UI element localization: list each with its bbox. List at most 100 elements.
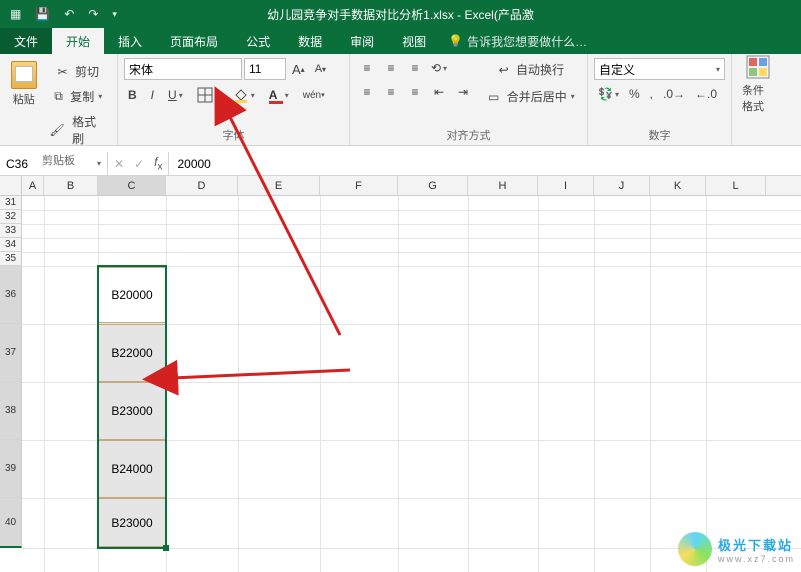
col-A[interactable]: A <box>22 176 44 195</box>
tab-data[interactable]: 数据 <box>284 28 336 54</box>
bucket-icon <box>233 87 249 103</box>
col-F[interactable]: F <box>320 176 398 195</box>
redo-icon[interactable]: ↷ <box>88 7 98 21</box>
row-40[interactable]: 40 <box>0 498 22 548</box>
merge-center-button[interactable]: ▭ 合并后居中▾ <box>484 85 579 108</box>
font-size-combo[interactable] <box>244 58 286 80</box>
worksheet-grid[interactable]: 31 32 33 34 35 36 37 38 39 40 <box>0 196 801 572</box>
conditional-format-button[interactable]: 条件格式 <box>738 58 778 110</box>
cut-button[interactable]: ✂ 剪切 <box>46 60 111 83</box>
align-middle-button[interactable]: ≡ <box>380 58 402 78</box>
tab-insert[interactable]: 插入 <box>104 28 156 54</box>
tab-home[interactable]: 开始 <box>52 28 104 54</box>
border-button[interactable]: ▾ <box>193 84 223 106</box>
number-format-combo[interactable]: 自定义▾ <box>594 58 725 80</box>
col-K[interactable]: K <box>650 176 706 195</box>
tab-formulas[interactable]: 公式 <box>232 28 284 54</box>
row-36[interactable]: 36 <box>0 266 22 324</box>
cell-C40[interactable]: B23000 <box>99 498 165 547</box>
ribbon: 粘贴 ✂ 剪切 ⧉ 复制▾ 🖌 格式刷 剪贴板 A▴ A▾ B I U▾ <box>0 54 801 146</box>
tab-view[interactable]: 视图 <box>388 28 440 54</box>
font-name-combo[interactable] <box>124 58 242 80</box>
align-left-button[interactable]: ≡ <box>356 82 378 102</box>
col-E[interactable]: E <box>238 176 320 195</box>
align-right-button[interactable]: ≡ <box>404 82 426 102</box>
col-B[interactable]: B <box>44 176 98 195</box>
enter-icon[interactable]: ✓ <box>134 157 144 171</box>
italic-button[interactable]: I <box>147 85 158 105</box>
cell-C39[interactable]: B24000 <box>99 440 165 498</box>
tell-me-label: 告诉我您想要做什么… <box>467 33 587 50</box>
wrap-text-button[interactable]: ↩ 自动换行 <box>484 58 579 81</box>
indent-inc-button[interactable]: ⇥ <box>452 82 474 102</box>
format-painter-button[interactable]: 🖌 格式刷 <box>46 110 111 150</box>
cell-C38[interactable]: B23000 <box>99 382 165 440</box>
fill-color-button[interactable]: ▾ <box>229 84 259 106</box>
col-D[interactable]: D <box>166 176 238 195</box>
decrease-font-button[interactable]: A▾ <box>311 60 330 78</box>
align-top-button[interactable]: ≡ <box>356 58 378 78</box>
wrap-icon: ↩ <box>499 63 509 77</box>
row-32[interactable]: 32 <box>0 210 22 224</box>
fx-icon[interactable]: fx <box>154 155 162 172</box>
phonetic-button[interactable]: wén▾ <box>299 87 329 104</box>
font-color-button[interactable]: A ▾ <box>265 85 293 105</box>
cut-label: 剪切 <box>75 63 99 80</box>
tell-me[interactable]: 💡 告诉我您想要做什么… <box>440 28 587 54</box>
decrease-decimal-button[interactable]: ←.0 <box>691 84 721 104</box>
window-title: 幼儿园竞争对手数据对比分析1.xlsx - Excel(产品激 <box>267 6 534 23</box>
col-H[interactable]: H <box>468 176 538 195</box>
col-L[interactable]: L <box>706 176 766 195</box>
tab-review[interactable]: 审阅 <box>336 28 388 54</box>
comma-button[interactable]: , <box>646 84 657 104</box>
excel-icon: ▦ <box>10 7 21 21</box>
brush-icon: 🖌 <box>50 123 65 137</box>
col-G[interactable]: G <box>398 176 468 195</box>
name-box[interactable]: C36 ▾ <box>0 152 108 175</box>
fill-handle[interactable] <box>163 545 169 551</box>
row-38[interactable]: 38 <box>0 382 22 440</box>
ribbon-tabs: 文件 开始 插入 页面布局 公式 数据 审阅 视图 💡 告诉我您想要做什么… <box>0 28 801 54</box>
row-33[interactable]: 33 <box>0 224 22 238</box>
orientation-button[interactable]: ⟲▾ <box>428 58 450 78</box>
formula-bar[interactable]: 20000 <box>169 152 801 175</box>
cell-C36[interactable]: B20000 <box>99 267 165 323</box>
formula-value: 20000 <box>177 157 210 171</box>
percent-button[interactable]: % <box>625 84 644 104</box>
column-headers: A B C D E F G H I J K L <box>0 176 801 196</box>
group-alignment: ≡ ≡ ≡ ⟲▾ ≡ ≡ ≡ ⇤ ⇥ ↩ 自动换行 ▭ 合并后居中▾ 对齐方式 <box>350 54 588 145</box>
col-J[interactable]: J <box>594 176 650 195</box>
row-35[interactable]: 35 <box>0 252 22 266</box>
increase-font-button[interactable]: A▴ <box>288 59 309 80</box>
currency-button[interactable]: 💱▾ <box>594 84 623 104</box>
row-37[interactable]: 37 <box>0 324 22 382</box>
qat-more-icon[interactable]: ▾ <box>112 9 117 20</box>
undo-icon[interactable]: ↶ <box>64 7 74 21</box>
row-31[interactable]: 31 <box>0 196 22 210</box>
bold-button[interactable]: B <box>124 85 141 105</box>
col-I[interactable]: I <box>538 176 594 195</box>
group-label-number: 数字 <box>594 125 725 143</box>
select-all-corner[interactable] <box>0 176 22 195</box>
indent-dec-button[interactable]: ⇤ <box>428 82 450 102</box>
group-label-styles <box>738 141 782 143</box>
underline-button[interactable]: U▾ <box>164 85 187 105</box>
copy-button[interactable]: ⧉ 复制▾ <box>46 85 111 108</box>
watermark-line1: 极光下载站 <box>718 535 795 554</box>
align-center-button[interactable]: ≡ <box>380 82 402 102</box>
paste-label: 粘贴 <box>13 91 35 107</box>
col-C[interactable]: C <box>98 176 166 195</box>
increase-decimal-button[interactable]: .0→ <box>659 84 689 104</box>
tab-page-layout[interactable]: 页面布局 <box>156 28 232 54</box>
watermark: 极光下载站 www.xz7.com <box>678 532 795 566</box>
align-bottom-button[interactable]: ≡ <box>404 58 426 78</box>
cells-area[interactable]: B20000 B22000 B23000 B24000 B23000 <box>22 196 801 572</box>
tab-file[interactable]: 文件 <box>0 28 52 54</box>
row-34[interactable]: 34 <box>0 238 22 252</box>
row-39[interactable]: 39 <box>0 440 22 498</box>
paste-button[interactable]: 粘贴 <box>6 58 42 110</box>
watermark-icon <box>678 532 712 566</box>
cell-C37[interactable]: B22000 <box>99 324 165 382</box>
save-icon[interactable]: 💾 <box>35 7 50 21</box>
cancel-icon[interactable]: ✕ <box>114 157 124 171</box>
